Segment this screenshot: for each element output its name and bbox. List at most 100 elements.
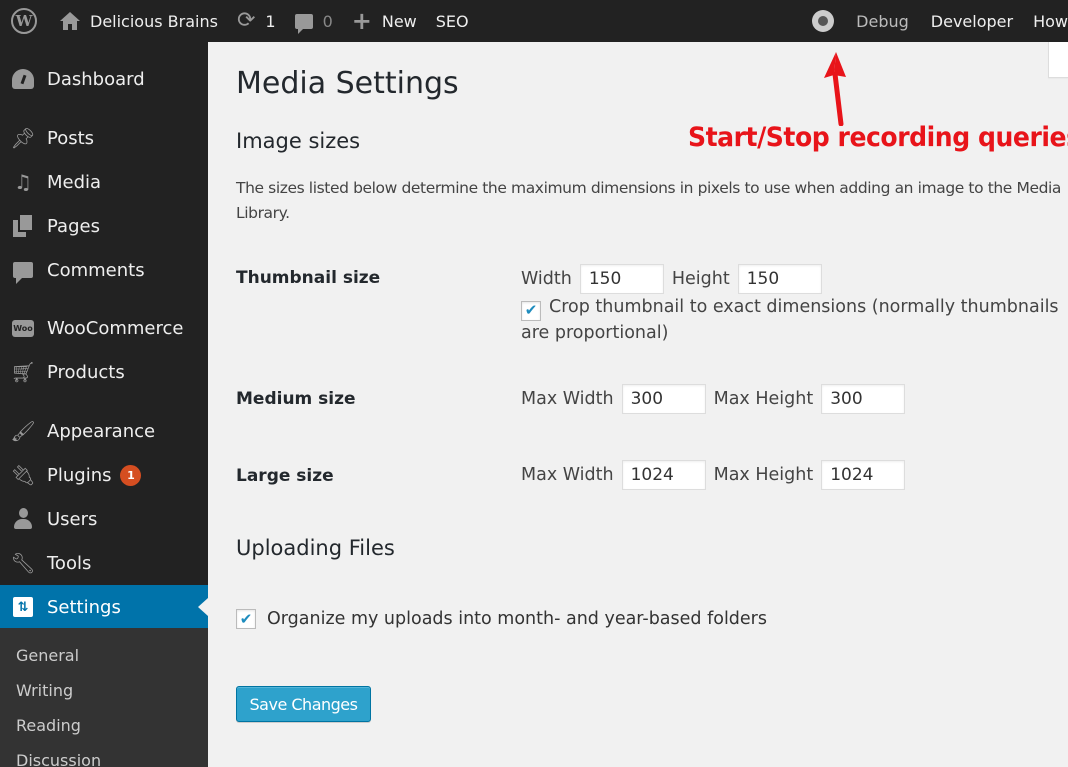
- plugin-updates-badge: 1: [120, 464, 142, 486]
- sidebar-item-pages[interactable]: Pages: [0, 204, 208, 248]
- sidebar-item-label: Comments: [47, 259, 145, 281]
- large-max-height-input[interactable]: [821, 460, 906, 490]
- image-sizes-description: The sizes listed below determine the max…: [236, 179, 1062, 222]
- sidebar-item-plugins[interactable]: 🔌︎ Plugins 1: [0, 453, 208, 497]
- sidebar-item-label: Pages: [47, 215, 100, 237]
- comments-count: 0: [322, 11, 333, 31]
- debug-link[interactable]: Debug: [856, 0, 909, 42]
- developer-label: Developer: [930, 11, 1014, 31]
- sidebar-item-label: Products: [47, 361, 125, 383]
- image-sizes-heading: Image sizes: [236, 129, 361, 153]
- sidebar-item-label: Dashboard: [47, 68, 145, 90]
- dashboard-icon: [11, 67, 35, 91]
- organize-uploads-option: ✔ Organize my uploads into month- and ye…: [236, 609, 767, 629]
- large-max-height-label: Max Height: [713, 465, 814, 485]
- pushpin-icon: 📌︎: [10, 126, 36, 150]
- howdy-label: How: [1033, 11, 1068, 31]
- arrow-shaft: [832, 71, 844, 126]
- sidebar-item-woocommerce[interactable]: Woo WooCommerce: [0, 306, 208, 350]
- screen-options-tab[interactable]: [1048, 42, 1068, 78]
- sidebar-item-label: Plugins: [47, 464, 112, 486]
- paintbrush-icon: 🖌︎: [10, 419, 36, 443]
- crop-thumbnail-checkbox[interactable]: ✔: [521, 300, 541, 321]
- annotation-arrow: [824, 52, 846, 126]
- sidebar-item-label: WooCommerce: [47, 317, 184, 339]
- media-icon: ♫: [14, 170, 32, 194]
- plus-icon: +: [351, 7, 372, 35]
- cart-icon: 🛒︎: [10, 360, 36, 384]
- medium-max-width-label: Max Width: [521, 389, 614, 409]
- comments-link[interactable]: 0: [294, 0, 333, 42]
- organize-uploads-label[interactable]: Organize my uploads into month- and year…: [267, 609, 767, 629]
- admin-sidebar: Dashboard 📌︎ Posts ♫ Media Pages Comment…: [0, 42, 208, 767]
- uploading-files-heading: Uploading Files: [236, 536, 395, 560]
- sidebar-item-label: Settings: [47, 596, 121, 618]
- developer-link[interactable]: Developer: [931, 0, 1013, 42]
- seo-label: SEO: [435, 11, 469, 31]
- thumbnail-width-input[interactable]: [579, 264, 664, 294]
- comment-icon: [294, 13, 313, 34]
- sidebar-item-label: Posts: [47, 127, 95, 149]
- submenu-item-discussion[interactable]: Discussion: [16, 745, 101, 767]
- crop-thumbnail-option: ✔ Crop thumbnail to exact dimensions (nor…: [521, 295, 1068, 346]
- annotation-label: Start/Stop recording queries: [688, 122, 1068, 153]
- organize-uploads-checkbox[interactable]: ✔: [236, 609, 256, 629]
- sidebar-item-label: Tools: [47, 552, 92, 574]
- admin-bar: W Delicious Brains ⟳ 1 0 + New SEO Debug…: [0, 0, 1068, 42]
- submenu-item-writing[interactable]: Writing: [16, 675, 73, 705]
- sidebar-item-label: Media: [47, 171, 102, 193]
- settings-submenu: General Writing Reading Discussion: [0, 628, 208, 767]
- sidebar-item-settings[interactable]: ⇅ Settings: [0, 585, 208, 629]
- sidebar-item-comments[interactable]: Comments: [0, 248, 208, 292]
- medium-max-height-input[interactable]: [821, 384, 906, 414]
- sidebar-item-users[interactable]: Users: [0, 497, 208, 541]
- wordpress-logo-icon: W: [11, 8, 37, 34]
- wp-menu-button[interactable]: W: [2, 0, 46, 42]
- thumbnail-width-label: Width: [521, 269, 572, 289]
- plugin-icon: 🔌︎: [10, 463, 36, 487]
- comment-icon: [11, 258, 35, 284]
- debug-label: Debug: [856, 11, 909, 31]
- site-name-link[interactable]: Delicious Brains: [60, 0, 218, 42]
- sidebar-item-dashboard[interactable]: Dashboard: [0, 57, 208, 101]
- woocommerce-icon: Woo: [11, 316, 35, 340]
- pages-icon: [11, 214, 35, 238]
- sidebar-item-media[interactable]: ♫ Media: [0, 160, 208, 204]
- new-content-link[interactable]: + New: [352, 0, 417, 42]
- updates-link[interactable]: ⟳ 1: [237, 0, 276, 42]
- page-title: Media Settings: [236, 66, 459, 101]
- sidebar-item-label: Appearance: [47, 420, 156, 442]
- sidebar-item-appearance[interactable]: 🖌︎ Appearance: [0, 409, 208, 453]
- medium-size-fields: Max Width Max Height: [521, 384, 906, 414]
- wrench-icon: 🔧︎: [10, 551, 36, 575]
- new-label: New: [381, 11, 417, 31]
- large-max-width-input[interactable]: [621, 460, 706, 490]
- medium-max-width-input[interactable]: [621, 384, 706, 414]
- thumbnail-size-fields: Width Height: [521, 264, 822, 294]
- save-changes-button[interactable]: Save Changes: [236, 686, 371, 722]
- submenu-item-general[interactable]: General: [16, 640, 79, 670]
- submenu-item-reading[interactable]: Reading: [16, 710, 81, 740]
- record-queries-toggle[interactable]: [812, 0, 835, 42]
- user-icon: [11, 507, 35, 531]
- thumbnail-height-label: Height: [671, 269, 730, 289]
- record-toggle-icon: [812, 10, 835, 32]
- sidebar-item-posts[interactable]: 📌︎ Posts: [0, 116, 208, 160]
- updates-icon: ⟳: [236, 8, 256, 33]
- settings-icon: ⇅: [11, 595, 35, 619]
- home-icon: [60, 12, 80, 30]
- thumbnail-height-input[interactable]: [737, 264, 822, 294]
- large-size-fields: Max Width Max Height: [521, 460, 906, 490]
- sidebar-item-tools[interactable]: 🔧︎ Tools: [0, 541, 208, 585]
- large-max-width-label: Max Width: [521, 465, 614, 485]
- my-account-link[interactable]: How: [1033, 0, 1068, 42]
- sidebar-item-label: Users: [47, 508, 98, 530]
- medium-size-label: Medium size: [236, 389, 356, 409]
- site-name: Delicious Brains: [90, 11, 218, 31]
- crop-thumbnail-label[interactable]: Crop thumbnail to exact dimensions (norm…: [521, 297, 1059, 343]
- large-size-label: Large size: [236, 466, 334, 486]
- seo-link[interactable]: SEO: [436, 0, 469, 42]
- sidebar-item-products[interactable]: 🛒︎ Products: [0, 350, 208, 394]
- updates-count: 1: [265, 11, 276, 31]
- thumbnail-size-label: Thumbnail size: [236, 268, 381, 288]
